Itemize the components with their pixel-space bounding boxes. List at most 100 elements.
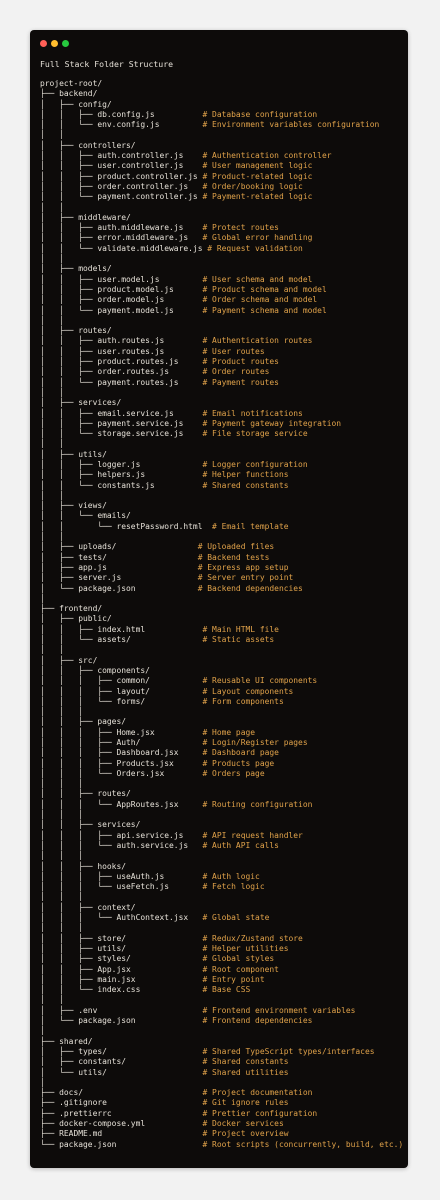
tree-path: │ │ xyxy=(40,439,64,449)
tree-path: │ ├── public/ xyxy=(40,614,112,624)
tree-comment: # Shared TypeScript types/interfaces xyxy=(202,1046,375,1056)
tree-line: │ │ └── payment.controller.js # Payment-… xyxy=(40,192,403,202)
tree-comment: # Project documentation xyxy=(202,1088,313,1098)
tree-line: │ │ │ xyxy=(40,923,403,933)
tree-path: │ │ ├── hooks/ xyxy=(40,861,127,871)
tree-path: │ │ ├── logger.js xyxy=(40,459,203,469)
close-dot-icon[interactable] xyxy=(40,40,47,47)
tree-line: │ │ └── index.css # Base CSS xyxy=(40,985,403,995)
tree-comment: # Project overview xyxy=(202,1129,289,1139)
tree-line: │ │ │ ├── Dashboard.jsx # Dashboard page xyxy=(40,748,403,758)
tree-path: │ │ xyxy=(40,490,64,500)
tree-comment: # Auth logic xyxy=(202,871,260,881)
tree-comment: # Order/booking logic xyxy=(202,181,303,191)
tree-comment: # Dashboard page xyxy=(202,748,279,758)
tree-path: │ │ ├── db.config.js xyxy=(40,109,203,119)
tree-line: │ xyxy=(40,1078,403,1088)
tree-path: │ ├── app.js xyxy=(40,562,198,572)
tree-line: ├── docs/ # Project documentation xyxy=(40,1088,403,1098)
tree-comment: # Entry point xyxy=(202,974,265,984)
tree-line: │ │ │ └── auth.service.js # Auth API cal… xyxy=(40,841,403,851)
tree-comment: # Payment-related logic xyxy=(202,192,313,202)
tree-comment: # Frontend environment variables xyxy=(202,1005,356,1015)
tree-path: │ │ └── emails/ xyxy=(40,511,131,521)
tree-line: │ │ xyxy=(40,254,403,264)
tree-path: │ │ ├── store/ xyxy=(40,933,203,943)
tree-path: │ │ ├── pages/ xyxy=(40,717,127,727)
tree-path: │ │ │ └── forms/ xyxy=(40,696,203,706)
tree-path: │ ├── utils/ xyxy=(40,449,107,459)
tree-line: │ │ └── payment.routes.js # Payment rout… xyxy=(40,378,403,388)
tree-path: ├── frontend/ xyxy=(40,604,103,614)
tree-path: │ │ ├── order.controller.js xyxy=(40,181,203,191)
tree-line: │ │ ├── product.routes.js # Product rout… xyxy=(40,357,403,367)
tree-comment: # Order schema and model xyxy=(202,295,318,305)
tree-path: │ │ xyxy=(40,130,64,140)
tree-path: │ │ │ ├── useAuth.js xyxy=(40,871,203,881)
tree-comment: # Uploaded files xyxy=(197,542,275,552)
tree-line: │ │ │ xyxy=(40,810,403,820)
tree-path: │ │ │ ├── Dashboard.jsx xyxy=(40,748,203,758)
tree-path: │ │ └── validate.middleware.js xyxy=(40,243,208,253)
tree-line: │ │ └── payment.model.js # Payment schem… xyxy=(40,306,403,316)
tree-path: │ │ xyxy=(40,532,64,542)
tree-line: │ │ │ ├── layout/ # Layout components xyxy=(40,687,403,697)
tree-comment: # Shared constants xyxy=(202,1057,289,1067)
tree-line: │ xyxy=(40,594,403,604)
tree-line: │ │ │ └── AppRoutes.jsx # Routing config… xyxy=(40,800,403,810)
tree-line: │ │ │ xyxy=(40,707,403,717)
tree-path: │ ├── src/ xyxy=(40,655,98,665)
tree-path: │ ├── uploads/ xyxy=(40,542,198,552)
tree-path: │ │ └── payment.routes.js xyxy=(40,377,203,387)
tree-line: │ └── package.json # Frontend dependenci… xyxy=(40,1016,403,1026)
tree-path: │ │ ├── auth.middleware.js xyxy=(40,223,203,233)
tree-path: │ │ ├── services/ xyxy=(40,820,141,830)
tree-path: │ ├── models/ xyxy=(40,264,112,274)
tree-comment: # File storage service xyxy=(202,429,308,439)
tree-comment: # Order routes xyxy=(202,367,270,377)
tree-line: │ │ xyxy=(40,439,403,449)
tree-comment: # Orders page xyxy=(202,768,265,778)
tree-comment: # Static assets xyxy=(202,635,275,645)
maximize-dot-icon[interactable] xyxy=(62,40,69,47)
tree-line: │ │ │ xyxy=(40,779,403,789)
tree-line: │ ├── controllers/ xyxy=(40,141,403,151)
tree-path: │ │ ├── utils/ xyxy=(40,943,203,953)
tree-path: │ │ xyxy=(40,254,64,264)
tree-line: │ ├── routes/ xyxy=(40,326,403,336)
tree-path: │ │ └── storage.service.js xyxy=(40,429,203,439)
tree-comment: # Fetch logic xyxy=(202,882,265,892)
tree-line: │ │ ├── product.controller.js # Product-… xyxy=(40,172,403,182)
tree-path: │ │ ├── context/ xyxy=(40,902,136,912)
window-title: Full Stack Folder Structure xyxy=(40,59,174,69)
tree-line: │ │ xyxy=(40,995,403,1005)
tree-comment: # Product schema and model xyxy=(202,284,327,294)
tree-comment: # Base CSS xyxy=(202,985,251,995)
tree-path: │ │ │ xyxy=(40,923,84,933)
tree-line: │ ├── middleware/ xyxy=(40,213,403,223)
tree-line: ├── frontend/ xyxy=(40,604,403,614)
tree-line: │ │ ├── logger.js # Logger configuration xyxy=(40,460,403,470)
tree-comment: # Redux/Zustand store xyxy=(202,933,303,943)
tree-path: ├── docker-compose.yml xyxy=(40,1118,203,1128)
tree-line: │ │ └── constants.js # Shared constants xyxy=(40,481,403,491)
tree-comment: # Auth API calls xyxy=(202,840,279,850)
tree-line: │ │ ├── App.jsx # Root component xyxy=(40,965,403,975)
tree-line: │ │ │ ├── Home.jsx # Home page xyxy=(40,728,403,738)
tree-line: │ │ ├── db.config.js # Database configur… xyxy=(40,110,403,120)
tree-path: │ │ └── constants.js xyxy=(40,480,203,490)
tree-line: │ │ ├── auth.routes.js # Authentication … xyxy=(40,336,403,346)
tree-comment: # Home page xyxy=(202,727,256,737)
tree-line: │ │ ├── email.service.js # Email notific… xyxy=(40,409,403,419)
tree-path: │ │ xyxy=(40,387,64,397)
tree-line: │ ├── config/ xyxy=(40,100,403,110)
tree-path: │ │ │ xyxy=(40,810,84,820)
tree-path: │ │ ├── product.controller.js xyxy=(40,171,203,181)
tree-line: ├── docker-compose.yml # Docker services xyxy=(40,1119,403,1129)
tree-path: │ xyxy=(40,1026,45,1036)
tree-path: ├── backend/ xyxy=(40,89,98,99)
tree-line: │ │ ├── pages/ xyxy=(40,717,403,727)
tree-comment: # Backend tests xyxy=(197,552,270,562)
minimize-dot-icon[interactable] xyxy=(51,40,58,47)
tree-line: │ │ xyxy=(40,130,403,140)
